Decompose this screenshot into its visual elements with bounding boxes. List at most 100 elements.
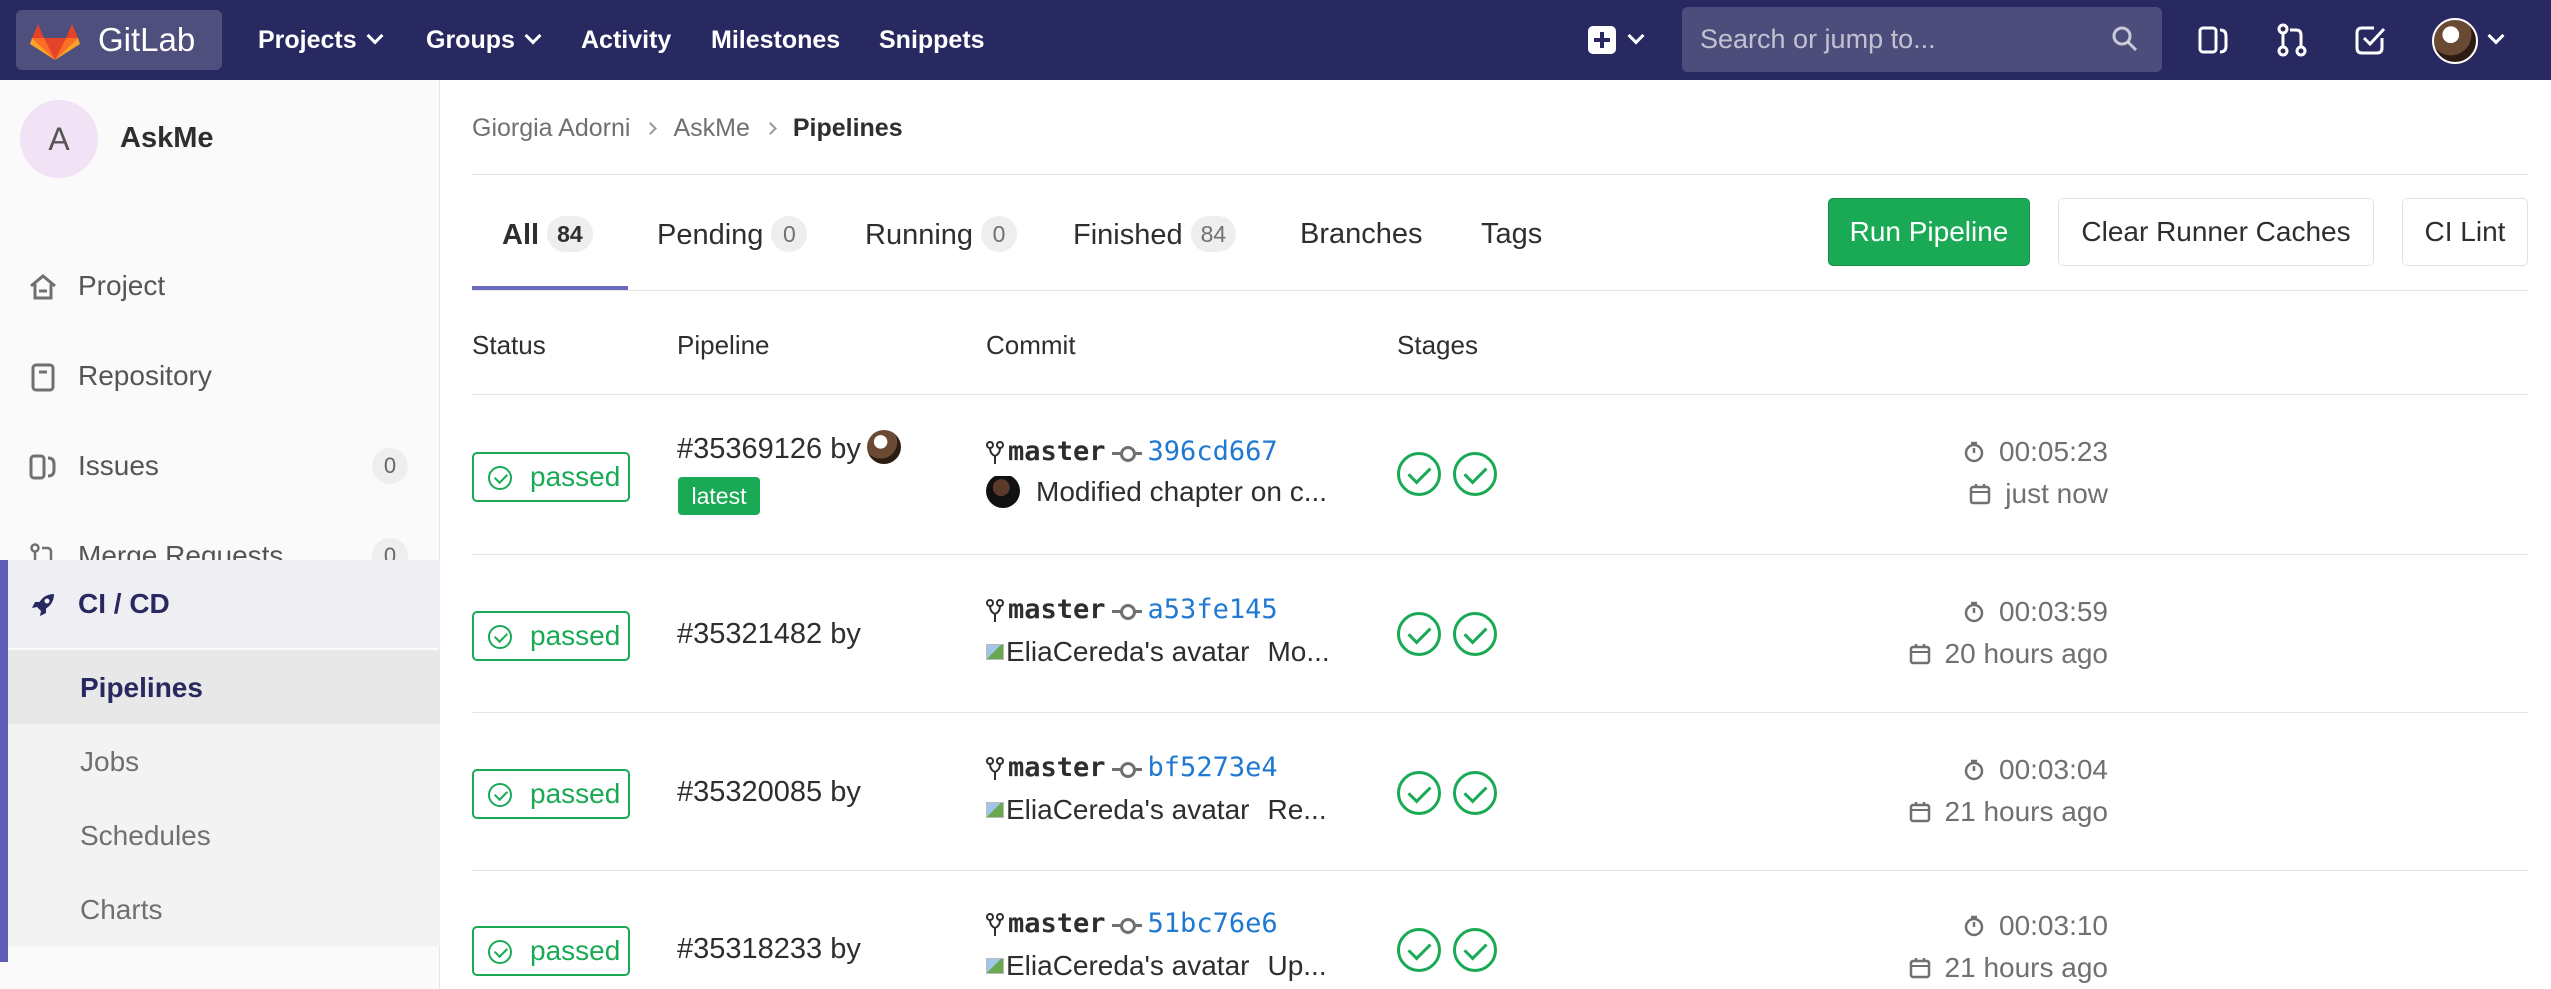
tab-label: Pending bbox=[657, 219, 764, 251]
top-navbar: GitLab Projects Groups Activity Mileston… bbox=[0, 0, 2551, 80]
status-badge[interactable]: passed bbox=[472, 611, 630, 661]
issues-icon[interactable] bbox=[2195, 22, 2231, 58]
rocket-icon bbox=[32, 594, 54, 616]
commit-title: EliaCereda's avatar Mo... bbox=[986, 636, 1362, 668]
commit-title-link[interactable]: Mo... bbox=[1267, 636, 1329, 667]
nav-groups[interactable]: Groups bbox=[426, 0, 542, 80]
branch-name-link[interactable]: master bbox=[1008, 594, 1106, 625]
nav-projects[interactable]: Projects bbox=[258, 0, 384, 80]
sidebar-subitem-schedules[interactable]: Schedules bbox=[8, 798, 440, 872]
status-badge[interactable]: passed bbox=[472, 926, 630, 976]
broken-image-icon bbox=[986, 957, 1004, 974]
clear-runner-caches-button[interactable]: Clear Runner Caches bbox=[2058, 198, 2374, 266]
status-success-icon bbox=[488, 466, 512, 490]
commit-author-avatar[interactable] bbox=[986, 476, 1020, 508]
status-badge[interactable]: passed bbox=[472, 452, 630, 502]
branch-name-link[interactable]: master bbox=[1008, 752, 1106, 783]
stage-passed-icon[interactable] bbox=[1397, 612, 1441, 656]
pipeline-id-text: #35369126 by bbox=[677, 433, 861, 465]
sidebar-subitem-pipelines[interactable]: Pipelines bbox=[8, 650, 440, 724]
nav-activity[interactable]: Activity bbox=[581, 0, 671, 80]
table-row: passed #35318233 by master 51bc76e6 EliaC… bbox=[472, 872, 2528, 989]
status-badge[interactable]: passed bbox=[472, 769, 630, 819]
run-pipeline-button[interactable]: Run Pipeline bbox=[1828, 198, 2030, 266]
tab-pending[interactable]: Pending 0 bbox=[657, 216, 808, 254]
finished-at: 20 hours ago bbox=[1909, 638, 2108, 670]
sidebar-item-label: CI / CD bbox=[78, 588, 170, 619]
duration: 00:05:23 bbox=[1963, 436, 2108, 468]
stage-passed-icon[interactable] bbox=[1453, 771, 1497, 815]
sidebar-subitem-jobs[interactable]: Jobs bbox=[8, 724, 440, 798]
stage-passed-icon[interactable] bbox=[1453, 452, 1497, 496]
brand-name: GitLab bbox=[98, 21, 196, 58]
duration-text: 00:03:04 bbox=[1999, 754, 2108, 785]
status-text: passed bbox=[530, 778, 621, 809]
commit-sha-link[interactable]: 51bc76e6 bbox=[1148, 908, 1278, 939]
search-icon bbox=[2112, 26, 2138, 52]
todos-icon[interactable] bbox=[2352, 22, 2388, 58]
search-input[interactable] bbox=[1682, 7, 2162, 72]
user-avatar[interactable] bbox=[866, 430, 901, 465]
nav-milestones[interactable]: Milestones bbox=[711, 0, 840, 80]
pipeline-id-link[interactable]: #35318233 by bbox=[677, 933, 861, 966]
pipeline-id-link[interactable]: #35321482 by bbox=[677, 618, 861, 651]
project-avatar[interactable]: A bbox=[20, 100, 98, 178]
stage-passed-icon[interactable] bbox=[1397, 771, 1441, 815]
gitlab-home-link[interactable]: GitLab bbox=[16, 10, 222, 70]
tab-tags[interactable]: Tags bbox=[1481, 218, 1542, 251]
nav-snippets[interactable]: Snippets bbox=[879, 0, 985, 80]
commit-icon bbox=[1111, 445, 1142, 462]
calendar-icon bbox=[1970, 483, 1991, 504]
user-avatar[interactable] bbox=[2432, 18, 2478, 64]
pipeline-id-link[interactable]: #35320085 by bbox=[677, 776, 861, 809]
commit-author-avatar-alt[interactable]: EliaCereda's avatar bbox=[1006, 636, 1249, 667]
stage-passed-icon[interactable] bbox=[1453, 928, 1497, 972]
stage-passed-icon[interactable] bbox=[1397, 452, 1441, 496]
tab-branches[interactable]: Branches bbox=[1300, 218, 1423, 251]
stage-passed-icon[interactable] bbox=[1453, 612, 1497, 656]
branch-name-link[interactable]: master bbox=[1008, 436, 1106, 467]
tab-finished[interactable]: Finished 84 bbox=[1073, 216, 1237, 254]
breadcrumb-project[interactable]: AskMe bbox=[673, 114, 749, 142]
divider bbox=[472, 290, 2528, 291]
finished-text: just now bbox=[2005, 478, 2108, 509]
sidebar-item-issues[interactable]: Issues 0 bbox=[0, 422, 440, 510]
commit-title-link[interactable]: Re... bbox=[1267, 794, 1326, 825]
project-name[interactable]: AskMe bbox=[120, 122, 214, 155]
chevron-down-icon[interactable] bbox=[2487, 27, 2505, 45]
merge-request-icon[interactable] bbox=[2274, 22, 2310, 58]
breadcrumb-current[interactable]: Pipelines bbox=[793, 114, 903, 142]
commit-sha-link[interactable]: bf5273e4 bbox=[1148, 752, 1278, 783]
breadcrumb-user[interactable]: Giorgia Adorni bbox=[472, 114, 630, 142]
branch-fork-icon bbox=[986, 756, 1004, 780]
ci-lint-button[interactable]: CI Lint bbox=[2402, 198, 2528, 266]
issues-icon bbox=[29, 454, 56, 480]
finished-text: 21 hours ago bbox=[1944, 796, 2108, 827]
commit-sha-link[interactable]: 396cd667 bbox=[1148, 436, 1278, 467]
tab-count: 0 bbox=[771, 216, 808, 252]
branch-name-link[interactable]: master bbox=[1008, 908, 1106, 939]
status-text: passed bbox=[530, 461, 621, 492]
sidebar-item-project[interactable]: Project bbox=[0, 242, 440, 330]
commit-title-link[interactable]: Modified chapter on c... bbox=[1036, 476, 1327, 507]
new-item-plus-icon[interactable] bbox=[1588, 26, 1616, 54]
commit-author-avatar-alt[interactable]: EliaCereda's avatar bbox=[1006, 950, 1249, 981]
branch-fork-icon bbox=[986, 912, 1004, 936]
stage-passed-icon[interactable] bbox=[1397, 928, 1441, 972]
tab-count: 0 bbox=[981, 216, 1018, 252]
commit-author-avatar-alt[interactable]: EliaCereda's avatar bbox=[1006, 794, 1249, 825]
calendar-icon bbox=[1909, 801, 1930, 822]
broken-image-icon bbox=[986, 643, 1004, 660]
breadcrumb: Giorgia Adorni AskMe Pipelines bbox=[472, 114, 903, 143]
tab-all[interactable]: All 84 bbox=[502, 216, 593, 254]
sidebar-item-repository[interactable]: Repository bbox=[0, 332, 440, 420]
commit-title-link[interactable]: Up... bbox=[1267, 950, 1326, 981]
sidebar-item-ci-cd[interactable]: CI / CD bbox=[8, 560, 440, 648]
chevron-down-icon[interactable] bbox=[1627, 27, 1645, 45]
tab-running[interactable]: Running 0 bbox=[865, 216, 1018, 254]
sidebar-subitem-charts[interactable]: Charts bbox=[8, 872, 440, 946]
commit-sha-link[interactable]: a53fe145 bbox=[1148, 594, 1278, 625]
sidebar-subitem-label: Schedules bbox=[80, 820, 211, 851]
pipeline-id-link[interactable]: #35369126 by bbox=[677, 430, 901, 467]
sidebar-subitem-label: Charts bbox=[80, 894, 163, 925]
